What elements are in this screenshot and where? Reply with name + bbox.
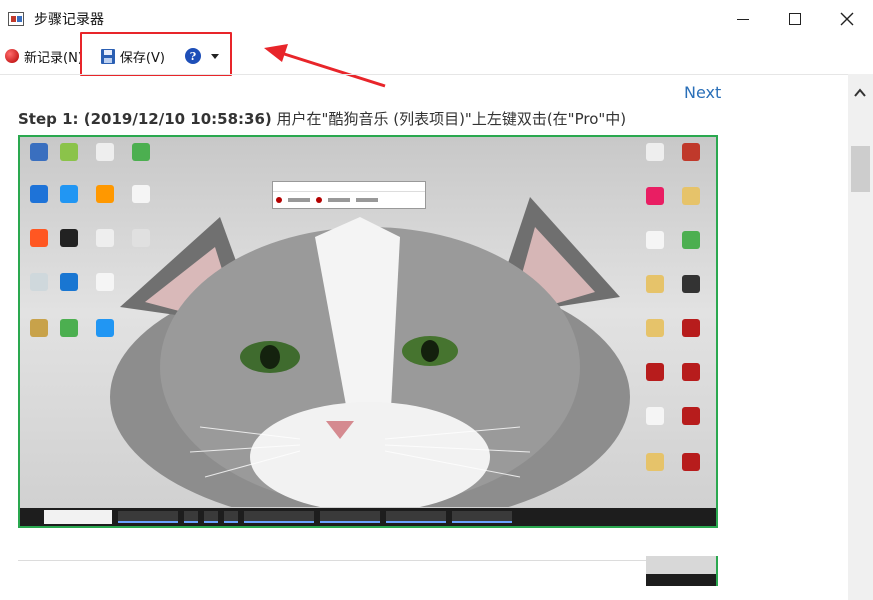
desktop-icon (96, 319, 114, 337)
next-link[interactable]: Next (684, 83, 721, 102)
mini-record-icon (276, 197, 282, 203)
vertical-scrollbar[interactable] (848, 74, 873, 600)
annotation-arrow (264, 44, 386, 88)
desktop-icon (682, 143, 700, 161)
window-title: 步骤记录器 (34, 12, 104, 28)
desktop-icon (646, 187, 664, 205)
taskbar-search (44, 510, 112, 524)
mini-stop-icon (316, 197, 322, 203)
step-divider (18, 560, 718, 561)
scrollbar-thumb[interactable] (851, 146, 870, 192)
desktop-icon (646, 143, 664, 161)
desktop-icon (682, 231, 700, 249)
taskbar-app (118, 511, 178, 523)
desktop-icon (132, 229, 150, 247)
desktop-icon (132, 143, 150, 161)
cat-wallpaper (110, 197, 630, 507)
next-step-screenshot (646, 556, 718, 586)
desktop-icon (682, 407, 700, 425)
desktop-icon (96, 185, 114, 203)
desktop-icon (682, 363, 700, 381)
scroll-up-icon[interactable] (853, 86, 867, 100)
desktop-icon (682, 453, 700, 471)
step-prefix: Step 1: (2019/12/10 10:58:36) (18, 110, 272, 128)
desktop-icon (96, 273, 114, 291)
window-controls (717, 0, 873, 38)
mini-label (328, 198, 350, 202)
desktop-icon (60, 273, 78, 291)
desktop-icon (646, 275, 664, 293)
mini-toolbar (273, 192, 425, 208)
close-button[interactable] (821, 0, 873, 38)
mini-label (288, 198, 310, 202)
desktop-icon (30, 273, 48, 291)
desktop-icon (60, 143, 78, 161)
desktop-icon (646, 231, 664, 249)
new-record-label: 新记录(N) (24, 50, 83, 66)
app-icon (8, 12, 24, 26)
desktop-icon (132, 185, 150, 203)
close-icon (840, 12, 854, 26)
mini-title-bar (273, 182, 425, 192)
taskbar-app (244, 511, 314, 523)
record-dot-icon (5, 49, 19, 63)
step-text: 用户在"酷狗音乐 (列表项目)"上左键双击(在"Pro"中) (271, 110, 627, 128)
step-screenshot (18, 135, 718, 528)
desktop-icon (30, 319, 48, 337)
desktop-icon (30, 229, 48, 247)
maximize-button[interactable] (769, 0, 821, 38)
desktop-icon (96, 229, 114, 247)
taskbar-app (204, 511, 218, 523)
desktop-icon (30, 143, 48, 161)
maximize-icon (789, 13, 801, 25)
minimize-button[interactable] (717, 0, 769, 38)
desktop-icon (646, 319, 664, 337)
taskbar-app (184, 511, 198, 523)
highlight-box (80, 32, 232, 76)
screenshot-taskbar (20, 508, 716, 526)
taskbar-app (320, 511, 380, 523)
screenshot-taskbar (646, 574, 716, 586)
desktop-icon (60, 229, 78, 247)
taskbar-app (452, 511, 512, 523)
desktop-icon (682, 187, 700, 205)
desktop-icon (646, 407, 664, 425)
taskbar-app (386, 511, 446, 523)
desktop-icon (96, 143, 114, 161)
desktop-icon (646, 363, 664, 381)
desktop-icon (646, 453, 664, 471)
desktop-icon (60, 319, 78, 337)
desktop-icon (60, 185, 78, 203)
mini-recorder-window (272, 181, 426, 209)
desktop-icon (682, 319, 700, 337)
new-record-button[interactable]: 新记录(N) (0, 47, 83, 66)
desktop-icon (30, 185, 48, 203)
mini-label (356, 198, 378, 202)
content-divider (0, 74, 873, 75)
desktop-icon (682, 275, 700, 293)
minimize-icon (737, 18, 749, 20)
step-description: Step 1: (2019/12/10 10:58:36) 用户在"酷狗音乐 (… (18, 108, 626, 129)
taskbar-app (224, 511, 238, 523)
